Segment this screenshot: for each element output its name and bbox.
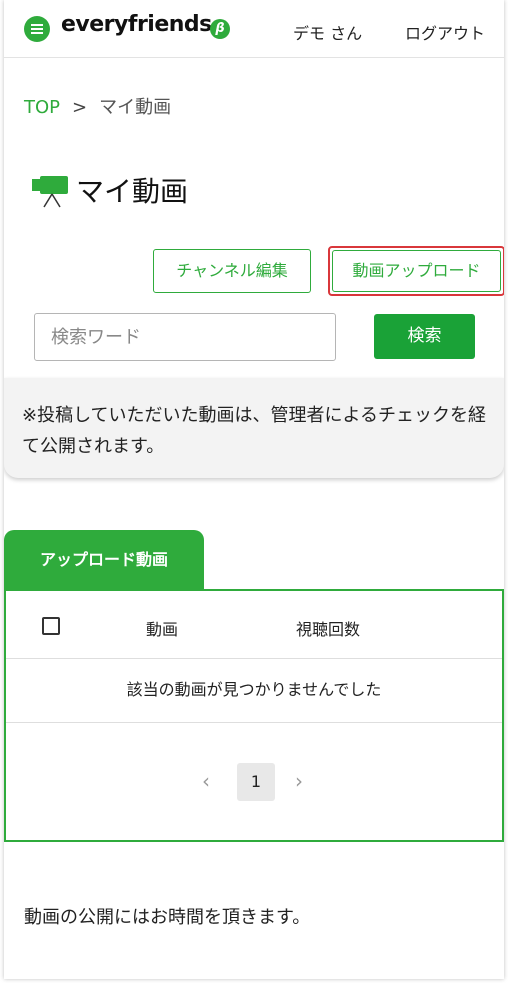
hamburger-menu-icon[interactable] [24, 16, 50, 42]
empty-message: 該当の動画が見つかりませんでした [6, 659, 502, 723]
footer-note: 動画の公開にはお時間を頂きます。 [24, 907, 311, 928]
pagination-page-1[interactable]: 1 [237, 763, 275, 801]
search-input[interactable] [34, 313, 336, 361]
page-title: マイ動画 [76, 175, 189, 208]
pagination-prev-icon[interactable]: ‹ [202, 769, 210, 793]
breadcrumb-separator: > [72, 97, 88, 118]
video-upload-button[interactable]: 動画アップロード [332, 250, 501, 292]
breadcrumb-top-link[interactable]: TOP [24, 97, 60, 118]
search-button[interactable]: 検索 [374, 314, 475, 359]
breadcrumb: TOP > マイ動画 [24, 93, 171, 119]
user-name[interactable]: デモ さん [293, 20, 362, 44]
tab-uploaded-videos[interactable]: アップロード動画 [4, 530, 204, 590]
header: everyfriends β デモ さん ログアウト [4, 0, 504, 58]
column-header-video: 動画 [146, 620, 179, 639]
channel-edit-button[interactable]: チャンネル編集 [153, 249, 311, 293]
logo-mark: β [210, 19, 230, 39]
pagination-next-icon[interactable]: › [295, 769, 303, 793]
table-header: 動画 視聴回数 [6, 591, 502, 659]
column-header-views: 視聴回数 [296, 620, 361, 639]
notice-box: ※投稿していただいた動画は、管理者によるチェックを経て公開されます。 [4, 378, 504, 478]
video-camera-icon [32, 176, 68, 208]
notice-text: ※投稿していただいた動画は、管理者によるチェックを経て公開されます。 [22, 405, 486, 457]
logo[interactable]: everyfriends [61, 12, 212, 37]
logout-link[interactable]: ログアウト [405, 20, 485, 44]
select-all-checkbox[interactable] [42, 617, 60, 635]
breadcrumb-current: マイ動画 [99, 97, 172, 118]
video-table: 動画 視聴回数 該当の動画が見つかりませんでした ‹ 1 › [4, 589, 504, 842]
app-frame: everyfriends β デモ さん ログアウト TOP > マイ動画 マイ動画… [4, 0, 504, 979]
